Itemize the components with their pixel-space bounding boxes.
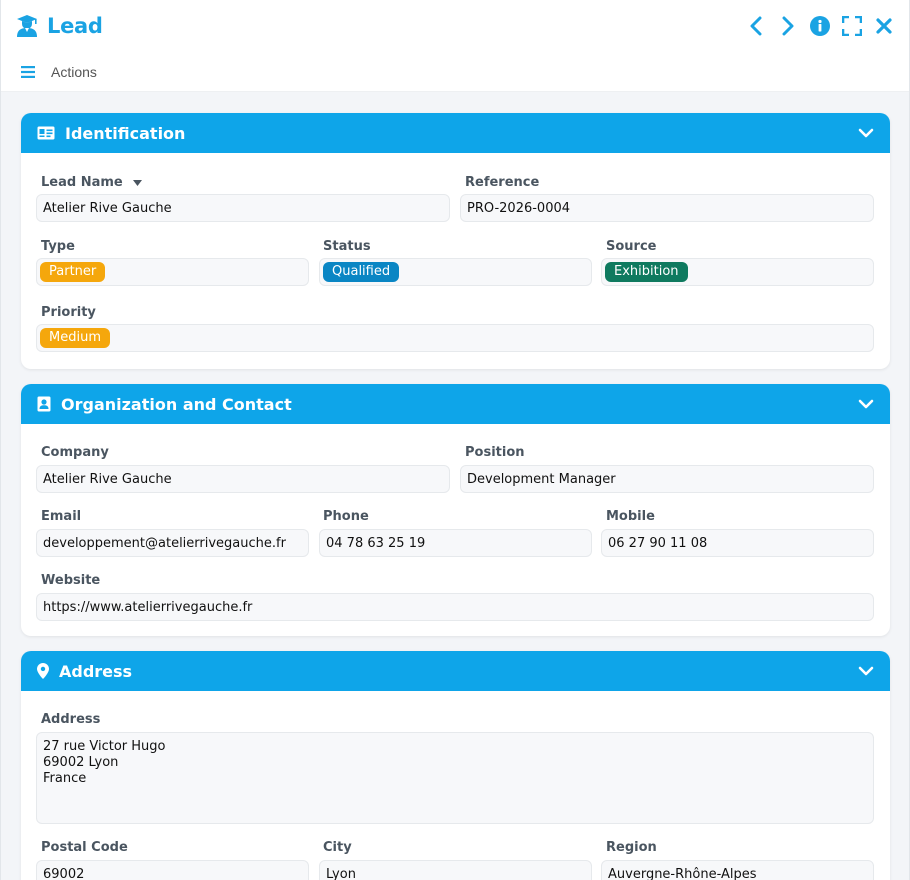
hamburger-menu-icon[interactable] [21,65,35,78]
mobile-field[interactable]: 06 27 90 11 08 [601,529,874,557]
title-bar: Lead [1,0,909,52]
website-field[interactable]: https://www.atelierrivegauche.fr [36,593,874,621]
expand-icon[interactable] [841,15,863,37]
chevron-down-icon[interactable] [858,128,874,138]
map-pin-icon [37,663,49,679]
phone-field[interactable]: 04 78 63 25 19 [319,529,592,557]
actions-menu-label[interactable]: Actions [51,64,97,80]
reference-label: Reference [465,175,540,190]
address-panel: Address Address 27 rue Victor Hugo 69002… [21,651,890,880]
mobile-label: Mobile [606,509,655,524]
region-label: Region [606,840,657,855]
status-badge: Qualified [323,262,400,282]
identification-panel: Identification Lead Name Atelier Rive Ga… [21,113,890,369]
graduate-user-icon [15,14,39,38]
postal-code-label: Postal Code [41,840,128,855]
email-label: Email [41,509,82,524]
source-badge: Exhibition [605,262,688,282]
priority-badge: Medium [40,328,110,348]
lead-window: Lead Actions Identification Lead Name At… [0,0,910,880]
chevron-left-icon[interactable] [745,15,767,37]
title-group: Lead [15,14,103,38]
id-card-icon [37,126,55,140]
postal-code-field[interactable]: 69002 [36,860,309,880]
priority-field[interactable]: Medium [36,324,874,352]
status-label: Status [323,239,371,254]
company-label: Company [41,445,109,460]
chevron-down-icon[interactable] [858,399,874,409]
address-header[interactable]: Address [21,651,890,691]
region-field[interactable]: Auvergne-Rhône-Alpes [601,860,874,880]
organization-header[interactable]: Organization and Contact [21,384,890,424]
caret-down-icon[interactable] [133,175,143,190]
company-field[interactable]: Atelier Rive Gauche [36,465,450,493]
position-field[interactable]: Development Manager [460,465,874,493]
organization-title: Organization and Contact [61,394,292,414]
address-textarea[interactable]: 27 rue Victor Hugo 69002 Lyon France [36,732,874,824]
source-label: Source [606,239,657,254]
city-field[interactable]: Lyon [319,860,592,880]
identification-header[interactable]: Identification [21,113,890,153]
website-label: Website [41,573,101,588]
chevron-right-icon[interactable] [777,15,799,37]
window-title: Lead [47,14,103,38]
source-field[interactable]: Exhibition [601,258,874,286]
status-field[interactable]: Qualified [319,258,592,286]
lead-name-field[interactable]: Atelier Rive Gauche [36,194,450,222]
priority-label: Priority [41,305,96,320]
email-field[interactable]: developpement@atelierrivegauche.fr [36,529,309,557]
info-circle-icon[interactable] [809,15,831,37]
actions-bar: Actions [1,52,909,92]
chevron-down-icon[interactable] [858,666,874,676]
reference-field[interactable]: PRO-2026-0004 [460,194,874,222]
close-icon[interactable] [873,15,895,37]
window-controls [745,15,895,37]
address-label: Address [41,712,101,727]
city-label: City [323,840,352,855]
position-label: Position [465,445,525,460]
type-field[interactable]: Partner [36,258,309,286]
type-label: Type [41,239,75,254]
organization-panel: Organization and Contact Company Atelier… [21,384,890,636]
contact-book-icon [37,396,51,412]
phone-label: Phone [323,509,369,524]
address-title: Address [59,661,133,681]
type-badge: Partner [40,262,106,282]
lead-name-label: Lead Name [41,175,143,190]
identification-title: Identification [65,123,186,143]
lead-name-label-text: Lead Name [41,175,123,190]
